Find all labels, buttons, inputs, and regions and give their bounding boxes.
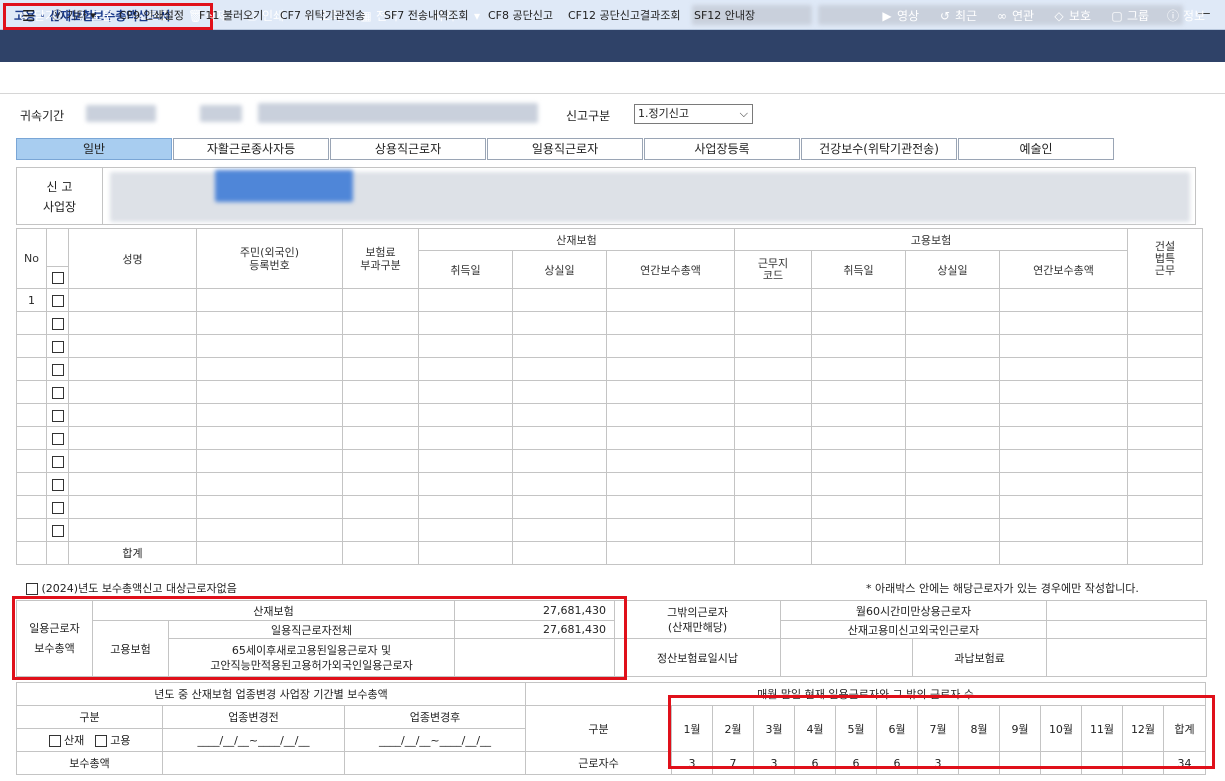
- link-icon: ∞: [997, 9, 1007, 23]
- menu-icon[interactable]: ☰: [22, 0, 35, 32]
- tab-health-delegate[interactable]: 건강보수(위탁기관전송): [801, 138, 957, 160]
- recent-button[interactable]: ↺ 최근: [938, 0, 977, 32]
- table-row[interactable]: [16, 472, 1204, 496]
- history-icon: ↺: [939, 9, 951, 23]
- col-construction: 건설 법특 근무: [1127, 228, 1204, 289]
- m60-amount[interactable]: [1046, 600, 1208, 621]
- video-button[interactable]: ▶ 영상: [880, 0, 919, 32]
- row-checkbox[interactable]: [51, 524, 64, 537]
- col-id: 주민(외국인) 등록번호: [196, 228, 343, 289]
- col-workplace-code: 근무지 코드: [734, 250, 812, 289]
- worker-grid: No 성명 주민(외국인) 등록번호 보험료 부과구분 산재보험 고용보험 건설…: [16, 228, 1204, 565]
- table-row[interactable]: [16, 403, 1204, 427]
- col-group-sanjae: 산재보험: [418, 228, 735, 251]
- period-field[interactable]: [86, 105, 156, 122]
- col-name: 성명: [68, 228, 197, 289]
- after-total[interactable]: [343, 751, 527, 775]
- table-row[interactable]: [16, 311, 1204, 335]
- table-row[interactable]: [16, 334, 1204, 358]
- row-checkbox[interactable]: [51, 455, 64, 468]
- row-checkbox[interactable]: [51, 501, 64, 514]
- row-checkbox[interactable]: [51, 432, 64, 445]
- fkey-file-report[interactable]: CF8 공단신고: [488, 0, 553, 32]
- before-date-range[interactable]: ____/__/__~____/__/__: [162, 728, 345, 752]
- tab-daily-worker[interactable]: 일용직근로자: [487, 138, 643, 160]
- row-checkbox[interactable]: [51, 294, 64, 307]
- function-key-bar: [0, 62, 1225, 94]
- col-no: No: [16, 228, 47, 289]
- after-date-range[interactable]: ____/__/__~____/__/__: [343, 728, 527, 752]
- row-checkbox[interactable]: [51, 478, 64, 491]
- col-group-goyong: 고용보험: [733, 228, 1129, 251]
- row-checkbox[interactable]: [51, 363, 64, 376]
- table-row[interactable]: [16, 426, 1204, 450]
- sanjae-checkbox[interactable]: [48, 735, 61, 747]
- tab-workplace-register[interactable]: 사업장등록: [644, 138, 800, 160]
- no-target-checkbox[interactable]: [26, 583, 38, 595]
- info-icon: ⓘ: [1166, 9, 1179, 23]
- more-dropdown-icon[interactable]: ▾: [474, 0, 480, 32]
- chevron-down-icon: ▾: [86, 9, 96, 22]
- tab-general[interactable]: 일반: [16, 138, 172, 160]
- report-type-select[interactable]: 1.정기신고 ⌵: [634, 104, 753, 124]
- tab-selfsupport[interactable]: 자활근로종사자등: [173, 138, 329, 160]
- report-type-label: 신고구분: [566, 109, 611, 123]
- info-button[interactable]: ⓘ 정보: [1166, 0, 1205, 32]
- col-goyong-annual: 연간보수총액: [998, 250, 1129, 289]
- fkey-send-history[interactable]: SF7 전송내역조회: [384, 0, 469, 32]
- company-field[interactable]: [258, 103, 538, 123]
- row-checkbox[interactable]: [51, 409, 64, 422]
- fkey-report-result[interactable]: CF12 공단신고결과조회: [568, 0, 680, 32]
- col-sanjae-acq: 취득일: [418, 250, 513, 289]
- settle-field[interactable]: [780, 638, 914, 677]
- col-sanjae-annual: 연간보수총액: [606, 250, 735, 289]
- col-sanjae-loss: 상실일: [512, 250, 607, 289]
- gear-icon: Ⓥ: [52, 9, 67, 22]
- video-icon: ▶: [882, 9, 892, 23]
- overpaid-amount[interactable]: [1046, 638, 1208, 677]
- table-row[interactable]: [16, 357, 1204, 381]
- table-row[interactable]: [16, 449, 1204, 473]
- tab-artist[interactable]: 예술인: [958, 138, 1114, 160]
- shield-icon: ◇: [1054, 9, 1064, 23]
- group-button[interactable]: ▢ 그룹: [1110, 0, 1149, 32]
- table-row[interactable]: 1: [16, 288, 1204, 312]
- fkey-delegate-send[interactable]: CF7 위탁기관전송: [280, 0, 365, 32]
- workplace-label: 신 고 사업장: [17, 168, 103, 224]
- fkey-print-setting[interactable]: CF9 인쇄설정: [119, 0, 184, 32]
- fkey-load[interactable]: F11 불러오기: [199, 0, 263, 32]
- foreign-amount[interactable]: [1046, 620, 1208, 639]
- etc-menu[interactable]: Ⓥ 기타 ▾: [52, 0, 96, 32]
- folder-icon: ▢: [1111, 9, 1123, 23]
- table-row[interactable]: [16, 380, 1204, 404]
- table-row[interactable]: [16, 518, 1204, 542]
- col-goyong-acq: 취득일: [811, 250, 906, 289]
- row-checkbox[interactable]: [51, 340, 64, 353]
- period-label: 귀속기간: [20, 109, 65, 123]
- table-row[interactable]: [16, 495, 1204, 519]
- col-class: 보험료 부과구분: [342, 228, 419, 289]
- row-checkbox[interactable]: [51, 317, 64, 330]
- before-total[interactable]: [162, 751, 345, 775]
- period-field[interactable]: [200, 105, 242, 122]
- no-target-option[interactable]: (2024)년도 보수총액신고 대상근로자없음: [26, 580, 237, 596]
- industry-change-table: 년도 중 산재보험 업종변경 사업장 기간별 보수총액 구분 업종변경전 업종변경후…: [15, 682, 527, 775]
- chevron-down-icon: ⌵: [739, 107, 748, 120]
- total-row: 합계: [16, 541, 1204, 565]
- toolbar: [0, 30, 1225, 62]
- row-checkbox[interactable]: [51, 386, 64, 399]
- related-button[interactable]: ∞ 연관: [995, 0, 1034, 32]
- workplace-selected[interactable]: [215, 170, 353, 202]
- col-goyong-loss: 상실일: [905, 250, 1000, 289]
- notice-text: * 아래박스 안에는 해당근로자가 있는 경우에만 작성합니다.: [866, 582, 1139, 595]
- goyong-checkbox[interactable]: [94, 735, 107, 747]
- tab-regular-worker[interactable]: 상용직근로자: [330, 138, 486, 160]
- highlight-box: [668, 695, 1215, 769]
- select-all-checkbox[interactable]: [46, 266, 69, 289]
- protect-button[interactable]: ◇ 보호: [1052, 0, 1091, 32]
- fkey-guide[interactable]: SF12 안내장: [694, 0, 755, 32]
- highlight-box: [12, 596, 627, 680]
